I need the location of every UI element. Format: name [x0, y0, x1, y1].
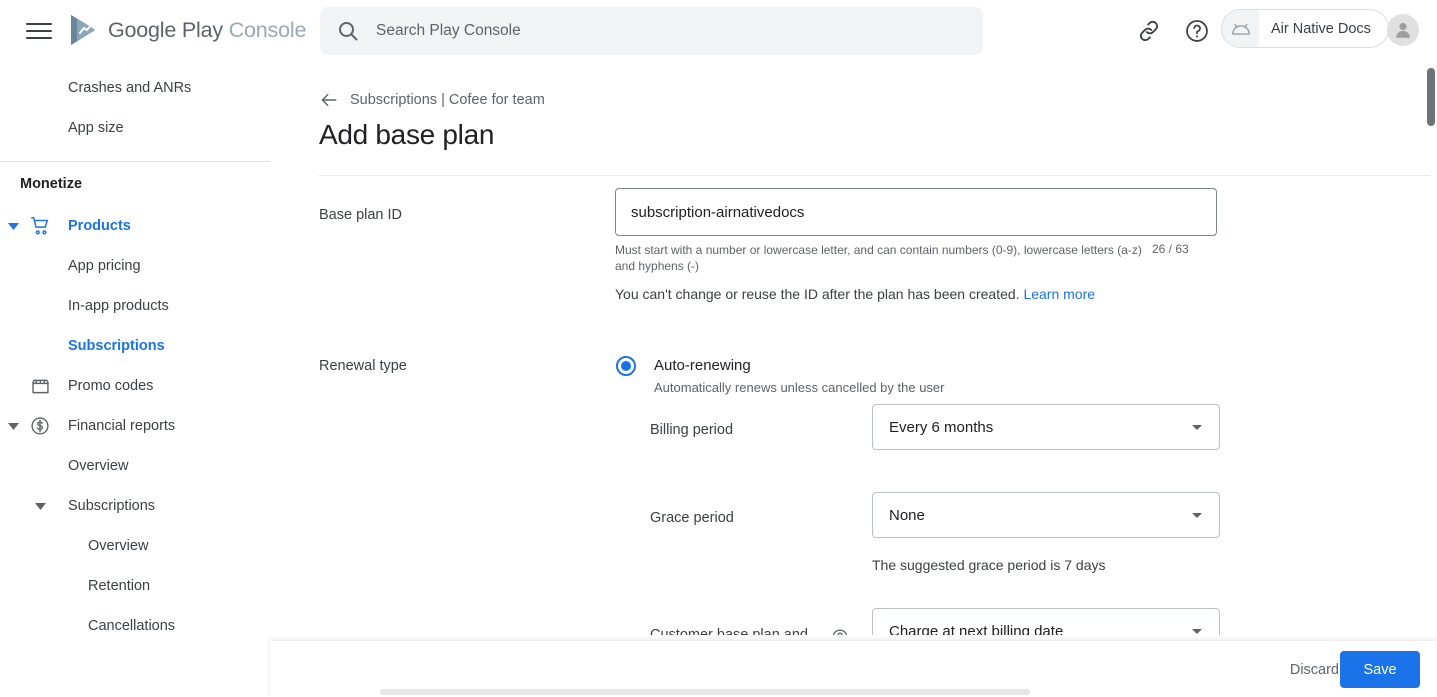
sidebar-item-label: Crashes and ANRs [68, 80, 192, 96]
brand-primary: Google Play [108, 17, 223, 42]
radio-auto-renewing-title: Auto-renewing [654, 357, 751, 374]
sidebar-item-financial-subscriptions[interactable]: Subscriptions [0, 486, 270, 526]
radio-texts: Auto-renewing Automatically renews unles… [654, 356, 944, 395]
brand-logo[interactable]: Google Play Console [68, 13, 306, 47]
sidebar-item-retention[interactable]: Retention [0, 566, 270, 606]
top-app-bar: Google Play Console Search Play Console [0, 0, 1437, 62]
sidebar-item-financial-reports[interactable]: Financial reports [0, 406, 270, 446]
sidebar-item-in-app-products[interactable]: In-app products [0, 286, 270, 326]
dollar-circle-icon [28, 414, 52, 438]
user-avatar-icon[interactable] [1387, 14, 1419, 46]
billing-period-value: Every 6 months [889, 418, 994, 436]
section-divider [319, 175, 1430, 176]
chevron-down-icon[interactable] [6, 219, 20, 233]
sidebar-item-app-size[interactable]: App size [0, 108, 270, 148]
base-plan-id-value: subscription-airnativedocs [631, 203, 805, 221]
sidebar-item-cancellations[interactable]: Cancellations [0, 606, 270, 646]
app-selector-chip[interactable]: Air Native Docs [1221, 9, 1389, 48]
search-placeholder: Search Play Console [376, 22, 521, 39]
link-icon[interactable] [1136, 18, 1162, 44]
save-button[interactable]: Save [1340, 651, 1420, 688]
radio-auto-renewing[interactable]: Auto-renewing Automatically renews unles… [616, 356, 944, 395]
chevron-down-icon[interactable] [1192, 512, 1202, 518]
page-title: Add base plan [319, 119, 495, 150]
base-plan-id-note: You can't change or reuse the ID after t… [615, 286, 1095, 302]
grace-period-select[interactable]: None [872, 492, 1220, 538]
google-play-logo-icon [68, 13, 99, 47]
sidebar-item-label: Overview [88, 538, 149, 554]
renewal-type-label: Renewal type [319, 358, 407, 374]
app-chip-label: Air Native Docs [1271, 20, 1371, 37]
breadcrumb[interactable]: Subscriptions | Cofee for team [319, 90, 545, 110]
main-content: Subscriptions | Cofee for team Add base … [270, 62, 1430, 635]
search-icon [336, 19, 360, 43]
sidebar-item-app-pricing[interactable]: App pricing [0, 246, 270, 286]
customer-base-plan-select[interactable]: Charge at next billing date [872, 608, 1220, 635]
grace-period-value: None [889, 506, 925, 524]
hamburger-menu-icon[interactable] [26, 16, 56, 46]
storefront-icon [28, 374, 52, 398]
breadcrumb-label: Subscriptions | Cofee for team [350, 92, 545, 108]
brand-text: Google Play Console [108, 18, 306, 43]
learn-more-link[interactable]: Learn more [1023, 286, 1095, 302]
help-circle-icon[interactable] [1184, 18, 1210, 44]
radio-auto-renewing-subtitle: Automatically renews unless cancelled by… [654, 380, 945, 395]
sidebar-item-financial-overview[interactable]: Overview [0, 446, 270, 486]
chevron-down-icon[interactable] [1192, 628, 1202, 634]
sidebar-item-label: Subscriptions [68, 498, 156, 514]
grace-period-label: Grace period [650, 510, 734, 526]
sidebar-item-label: Promo codes [68, 378, 154, 394]
chevron-down-icon[interactable] [1192, 424, 1202, 430]
search-input[interactable]: Search Play Console [320, 7, 983, 55]
base-plan-id-input[interactable]: subscription-airnativedocs [615, 188, 1217, 236]
shopping-cart-icon [28, 214, 52, 238]
base-plan-id-note-text: You can't change or reuse the ID after t… [615, 286, 1020, 302]
base-plan-id-helper-text: Must start with a number or lowercase le… [615, 243, 1142, 273]
sidebar-item-crashes-and-anrs[interactable]: Crashes and ANRs [0, 68, 270, 108]
sidebar-item-label: Overview [68, 458, 129, 474]
help-circle-icon[interactable] [831, 628, 849, 635]
base-plan-id-character-counter: 26 / 63 [1152, 242, 1189, 256]
brand-secondary: Console [228, 17, 307, 42]
billing-period-select[interactable]: Every 6 months [872, 404, 1220, 450]
android-robot-icon [1222, 10, 1259, 47]
base-plan-id-label: Base plan ID [319, 207, 403, 223]
sidebar-item-subscriptions-overview[interactable]: Overview [0, 526, 270, 566]
horizontal-scrollbar-thumb[interactable] [380, 689, 1030, 695]
sidebar-item-promo-codes[interactable]: Promo codes [0, 366, 270, 406]
customer-base-plan-value: Charge at next billing date [889, 622, 1064, 636]
customer-base-plan-label: Customer base plan and [650, 627, 808, 635]
vertical-scrollbar-thumb[interactable] [1427, 68, 1435, 126]
play-console-page: Google Play Console Search Play Console [0, 0, 1437, 697]
sidebar-item-label: App size [68, 120, 124, 136]
discard-button[interactable]: Discard [1282, 656, 1347, 684]
vertical-scrollbar-track[interactable] [1424, 62, 1437, 697]
sidebar-item-label: Cancellations [88, 618, 176, 634]
left-sidebar: Crashes and ANRs App size Monetize Produ… [0, 62, 270, 697]
sidebar-item-label: App pricing [68, 258, 141, 274]
arrow-left-icon[interactable] [319, 90, 339, 110]
grace-period-hint: The suggested grace period is 7 days [872, 557, 1106, 573]
sidebar-item-label: Products [68, 218, 131, 234]
chevron-down-icon[interactable] [33, 499, 47, 513]
sidebar-item-subscriptions[interactable]: Subscriptions [0, 326, 270, 366]
sidebar-item-label: Retention [88, 578, 151, 594]
sidebar-item-products[interactable]: Products [0, 206, 270, 246]
sidebar-item-label: In-app products [68, 298, 169, 314]
chevron-down-icon[interactable] [6, 419, 20, 433]
sidebar-section-monetize: Monetize [20, 176, 83, 192]
radio-button-selected-icon[interactable] [616, 356, 636, 376]
sidebar-item-label: Subscriptions [68, 338, 165, 354]
billing-period-label: Billing period [650, 422, 734, 438]
sidebar-item-label: Financial reports [68, 418, 176, 434]
